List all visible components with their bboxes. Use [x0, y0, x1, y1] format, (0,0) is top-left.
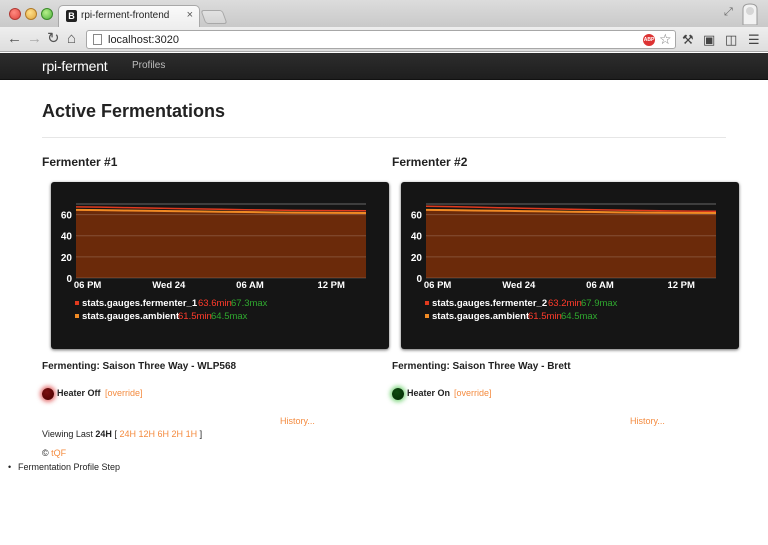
history-link-2[interactable]: History...: [630, 416, 665, 426]
heater-off-indicator-icon: [42, 388, 54, 400]
site-navbar: rpi-ferment Profiles: [0, 53, 768, 80]
fermenter-chart: 0 20 40 60 06 PM Wed 24 06 AM 12 PM stats.gauges…: [401, 182, 739, 349]
menu-icon[interactable]: ☰: [748, 32, 760, 48]
page-title: Active Fermentations: [42, 101, 226, 121]
y-tick-label: 20: [411, 253, 423, 264]
x-tick-label: 12 PM: [667, 280, 695, 291]
range-link-24h[interactable]: 24H: [119, 429, 136, 439]
legend-min-value: 61.5min: [528, 311, 562, 322]
fermenting-status: Fermenting: Saison Three Way - Brett: [392, 361, 571, 372]
legend-max-value: 64.5max: [211, 311, 248, 322]
legend-max-value: 64.5max: [561, 311, 598, 322]
history-link-1[interactable]: History...: [280, 416, 315, 426]
range-link-2h[interactable]: 2H: [172, 429, 184, 439]
range-link-6h[interactable]: 6H: [158, 429, 170, 439]
chart-svg: 0 20 40 60 06 PM Wed 24 06 AM 12 PM stats.gauges…: [61, 203, 367, 322]
bootstrap-favicon-icon: B: [66, 10, 77, 22]
range-open-bracket: [: [114, 429, 117, 439]
heater-on-indicator-icon: [392, 388, 404, 400]
window-icon[interactable]: ◫: [725, 32, 737, 48]
fermenter-title: Fermenter #2: [392, 155, 468, 169]
legend-min-value: 63.2min: [548, 298, 582, 309]
viewing-current: 24H: [95, 429, 112, 439]
zoom-window-button[interactable]: [41, 8, 53, 20]
y-tick-label: 40: [411, 232, 423, 243]
legend-swatch: [75, 301, 79, 305]
viewing-prefix: Viewing Last: [42, 429, 93, 439]
x-tick-label: 06 PM: [74, 280, 102, 291]
legend-max-value: 67.9max: [581, 298, 618, 309]
bookmark-star-icon[interactable]: ☆: [659, 31, 672, 48]
forward-arrow-icon[interactable]: →: [27, 30, 42, 48]
heater-label: Heater Off: [57, 388, 101, 398]
back-arrow-icon[interactable]: ←: [7, 30, 22, 48]
adblock-icon[interactable]: ABP: [643, 34, 655, 46]
legend-max-value: 67.3max: [231, 298, 268, 309]
override-link[interactable]: [override]: [454, 388, 492, 398]
chart-svg: 0 20 40 60 06 PM Wed 24 06 AM 12 PM stats.gauges…: [411, 203, 717, 322]
legend-swatch: [75, 314, 79, 318]
legend-swatch: [425, 301, 429, 305]
heater-label: Heater On: [407, 388, 451, 398]
series-area-stats.gauges.ambient: [76, 209, 366, 278]
viewing-range: Viewing Last 24H [ 24H 12H 6H 2H 1H ]: [42, 429, 202, 439]
close-window-button[interactable]: [9, 8, 21, 20]
divider: [42, 137, 726, 138]
x-tick-label: Wed 24: [502, 280, 536, 291]
new-tab-button[interactable]: [200, 10, 228, 24]
list-item: • Fermentation Profile Step: [8, 462, 120, 472]
range-link-1h[interactable]: 1H: [186, 429, 198, 439]
home-icon[interactable]: ⌂: [67, 30, 76, 48]
x-tick-label: 06 AM: [586, 280, 614, 291]
legend-min-value: 63.6min: [198, 298, 232, 309]
legend-min-value: 61.5min: [178, 311, 212, 322]
legend-series-name: stats.gauges.ambient: [82, 311, 180, 322]
url-text[interactable]: localhost:3020: [108, 34, 179, 46]
profile-avatar-icon[interactable]: [742, 3, 758, 25]
fermenting-status: Fermenting: Saison Three Way - WLP568: [42, 361, 237, 372]
address-bar[interactable]: localhost:3020 ABP ☆: [86, 30, 676, 49]
nav-link-profiles[interactable]: Profiles: [132, 60, 165, 71]
wrench-icon[interactable]: ⚒: [682, 32, 694, 48]
browser-tab[interactable]: B rpi-ferment-frontend ×: [58, 5, 200, 27]
copyright-symbol: ©: [42, 448, 49, 458]
y-tick-label: 40: [61, 232, 73, 243]
legend-series-name: stats.gauges.ambient: [432, 311, 530, 322]
fullscreen-icon[interactable]: ⤢: [724, 6, 733, 19]
reload-icon[interactable]: ↻: [47, 30, 60, 48]
profile-step-label: Fermentation Profile Step: [18, 462, 121, 472]
extension-icon[interactable]: ▣: [703, 32, 715, 48]
y-tick-label: 60: [61, 211, 73, 222]
author-link[interactable]: tQF: [51, 448, 66, 458]
fermenter-title: Fermenter #1: [42, 155, 118, 169]
legend-series-name: stats.gauges.fermenter_1: [82, 298, 198, 309]
fermenter-chart: 0 20 40 60 06 PM Wed 24 06 AM 12 PM stats.gauges…: [51, 182, 389, 349]
minimize-window-button[interactable]: [25, 8, 37, 20]
browser-toolbar: ← → ↻ ⌂ localhost:3020 ABP ☆ ⚒ ▣ ◫ ☰: [0, 27, 768, 52]
range-link-12h[interactable]: 12H: [138, 429, 155, 439]
x-tick-label: 06 AM: [236, 280, 264, 291]
y-tick-label: 0: [66, 274, 72, 285]
tab-title: rpi-ferment-frontend: [81, 10, 170, 21]
x-tick-label: 06 PM: [424, 280, 452, 291]
y-tick-label: 0: [416, 274, 422, 285]
page-icon: [93, 34, 102, 45]
x-tick-label: Wed 24: [152, 280, 186, 291]
legend-series-name: stats.gauges.fermenter_2: [432, 298, 547, 309]
x-tick-label: 12 PM: [317, 280, 345, 291]
override-link[interactable]: [override]: [105, 388, 143, 398]
range-close-bracket: ]: [199, 429, 203, 439]
brand-link[interactable]: rpi-ferment: [42, 58, 108, 74]
y-tick-label: 20: [61, 253, 73, 264]
series-area-stats.gauges.ambient: [426, 209, 716, 278]
legend-swatch: [425, 314, 429, 318]
footer: © tQF: [42, 448, 66, 458]
y-tick-label: 60: [411, 211, 423, 222]
bullet-icon: •: [8, 462, 12, 472]
tab-close-icon[interactable]: ×: [187, 9, 193, 21]
browser-tabstrip: B rpi-ferment-frontend × ⤢: [0, 0, 768, 27]
